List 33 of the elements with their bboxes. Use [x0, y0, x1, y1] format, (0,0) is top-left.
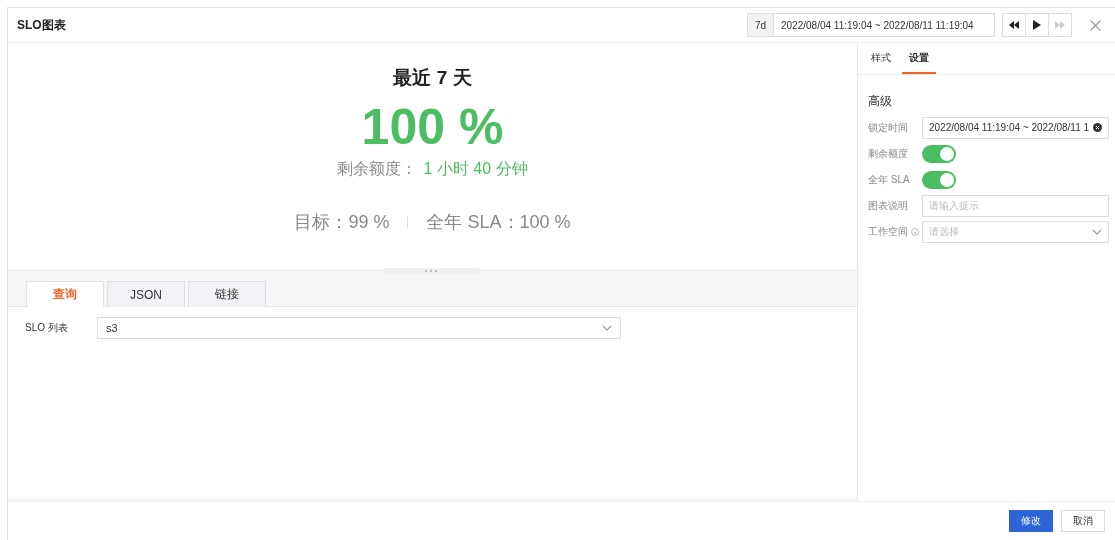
- field-label: 全年 SLA: [868, 172, 910, 187]
- chevron-down-icon: [1092, 228, 1102, 235]
- tab[interactable]: 设置: [902, 43, 936, 74]
- tab[interactable]: JSON: [107, 281, 185, 307]
- tab[interactable]: 链接: [188, 281, 266, 307]
- tab[interactable]: 样式: [864, 43, 898, 74]
- window-title: SLO图表: [17, 16, 67, 34]
- close-icon[interactable]: [1090, 19, 1101, 31]
- play-icon[interactable]: [1033, 20, 1041, 30]
- field-label: 锁定时间: [868, 120, 908, 135]
- field-label: SLO 列表: [25, 321, 69, 335]
- cancel-button[interactable]: 取消: [1061, 510, 1105, 532]
- select-field[interactable]: s3: [97, 317, 621, 339]
- field-label: 工作空间: [868, 224, 908, 239]
- field-label: 图表说明: [868, 198, 908, 213]
- toggle-switch[interactable]: [922, 170, 956, 189]
- resize-handle[interactable]: [382, 268, 480, 274]
- fast-forward-icon[interactable]: [1055, 21, 1065, 29]
- rewind-icon[interactable]: [1009, 21, 1019, 29]
- section-heading: 高级: [868, 93, 893, 110]
- preview-title: 最近 7 天: [393, 66, 472, 90]
- remaining-label: 剩余额度：: [337, 159, 418, 179]
- remaining-value: 1 小时 40 分钟: [423, 159, 528, 179]
- clear-icon[interactable]: [1093, 123, 1102, 132]
- chevron-down-icon: [602, 325, 612, 331]
- annual-sla-text: 全年 SLA：100 %: [426, 211, 571, 234]
- percentage-value: 100 %: [361, 99, 504, 155]
- text-field[interactable]: 2022/08/04 11:19:04 ~ 2022/08/11 1: [922, 116, 1109, 139]
- field-label: 剩余额度: [868, 146, 908, 161]
- toggle-switch[interactable]: [922, 144, 956, 163]
- target-text: 目标：99 %: [294, 211, 390, 234]
- time-range-picker[interactable]: 7d 2022/08/04 11:19:04 ~ 2022/08/11 11:19:04: [746, 13, 995, 37]
- submit-button[interactable]: 修改: [1009, 510, 1053, 532]
